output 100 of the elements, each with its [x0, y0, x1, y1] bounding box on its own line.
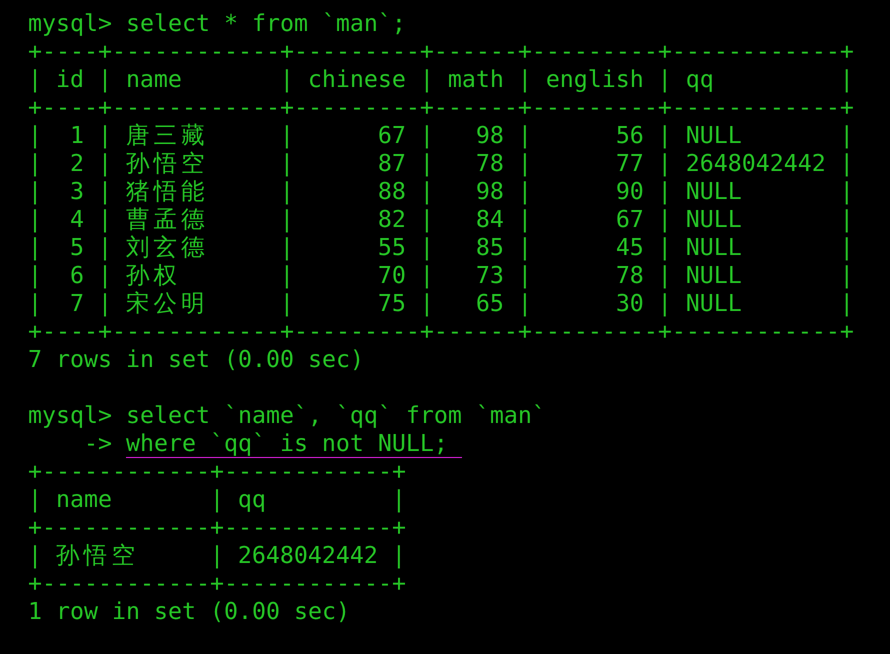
table-cell-text: NULL: [684, 290, 743, 318]
column-separator: |: [28, 150, 42, 178]
table-cell-text: 5: [68, 234, 85, 262]
column-separator: |: [98, 206, 112, 234]
column-header: chinese: [306, 66, 407, 94]
column-separator: |: [280, 66, 294, 94]
column-separator: |: [28, 542, 42, 570]
column-separator: |: [28, 206, 42, 234]
column-header: english: [544, 66, 645, 94]
prompt-text: ->: [82, 430, 112, 458]
table-cell-text: 6: [68, 262, 85, 290]
table-cell-text: 82: [376, 206, 407, 234]
column-separator: |: [28, 122, 42, 150]
table-cell-text: 75: [376, 290, 407, 318]
column-separator: |: [280, 234, 294, 262]
table-cell-text: 2648042442: [684, 150, 827, 178]
table-cell-text: 45: [614, 234, 645, 262]
column-separator: |: [420, 262, 434, 290]
table-cell-text: 3: [68, 178, 85, 206]
column-separator: |: [98, 150, 112, 178]
column-separator: |: [840, 66, 854, 94]
column-separator: |: [658, 178, 672, 206]
table-cell-text: 宋公明: [124, 290, 210, 318]
column-separator: |: [840, 122, 854, 150]
table-cell-text: 98: [474, 178, 505, 206]
column-separator: |: [420, 206, 434, 234]
column-header: id: [54, 66, 85, 94]
column-separator: |: [840, 178, 854, 206]
status-text: 1 row in set (0.00 sec): [28, 598, 350, 626]
table-cell-text: 7: [68, 290, 85, 318]
column-separator: |: [28, 486, 42, 514]
column-separator: |: [280, 290, 294, 318]
column-separator: |: [28, 66, 42, 94]
table-cell-text: 88: [376, 178, 407, 206]
table-border: +------------+------------+: [28, 570, 406, 598]
column-separator: |: [280, 122, 294, 150]
column-separator: |: [98, 122, 112, 150]
table-cell-text: 84: [474, 206, 505, 234]
column-separator: |: [28, 234, 42, 262]
table-cell-text: 孙悟空: [124, 150, 210, 178]
table-border: +------------+------------+: [28, 458, 406, 486]
column-separator: |: [420, 150, 434, 178]
table-cell-text: 98: [474, 122, 505, 150]
column-separator: |: [98, 290, 112, 318]
command-text: select * from `man`;: [126, 10, 406, 38]
column-separator: |: [28, 262, 42, 290]
table-cell-text: 孙悟空: [54, 542, 140, 570]
table-cell-text: 70: [376, 262, 407, 290]
column-separator: |: [280, 178, 294, 206]
table-cell-text: 孙权: [124, 262, 182, 290]
column-separator: |: [98, 178, 112, 206]
column-separator: |: [840, 234, 854, 262]
column-header: name: [54, 486, 113, 514]
column-separator: |: [280, 206, 294, 234]
column-header: name: [124, 66, 183, 94]
table-cell-text: 90: [614, 178, 645, 206]
table-cell-text: 曹孟德: [124, 206, 210, 234]
command-text: where `qq` is not NULL;: [126, 430, 462, 458]
table-cell-text: 55: [376, 234, 407, 262]
column-separator: |: [658, 290, 672, 318]
column-separator: |: [518, 66, 532, 94]
status-text: 7 rows in set (0.00 sec): [28, 346, 364, 374]
column-separator: |: [658, 262, 672, 290]
column-header: qq: [236, 486, 267, 514]
column-separator: |: [210, 486, 224, 514]
column-separator: |: [420, 290, 434, 318]
column-separator: |: [518, 178, 532, 206]
column-separator: |: [210, 542, 224, 570]
column-separator: |: [392, 542, 406, 570]
table-cell-text: 67: [376, 122, 407, 150]
column-separator: |: [392, 486, 406, 514]
column-separator: |: [280, 262, 294, 290]
table-cell-text: 1: [68, 122, 85, 150]
column-separator: |: [658, 150, 672, 178]
column-separator: |: [658, 234, 672, 262]
column-separator: |: [658, 122, 672, 150]
table-cell-text: 87: [376, 150, 407, 178]
table-cell-text: 56: [614, 122, 645, 150]
table-cell-text: NULL: [684, 178, 743, 206]
column-header: math: [446, 66, 505, 94]
column-separator: |: [518, 206, 532, 234]
table-cell-text: 78: [474, 150, 505, 178]
table-border: +----+------------+---------+------+---------+------------+: [28, 94, 854, 122]
column-header: qq: [684, 66, 715, 94]
column-separator: |: [420, 122, 434, 150]
table-cell-text: 2: [68, 150, 85, 178]
table-border: +------------+------------+: [28, 514, 406, 542]
column-separator: |: [518, 234, 532, 262]
table-cell-text: 65: [474, 290, 505, 318]
column-separator: |: [280, 150, 294, 178]
prompt-text: mysql>: [28, 402, 112, 430]
table-cell-text: 30: [614, 290, 645, 318]
table-cell-text: 78: [614, 262, 645, 290]
table-border: +----+------------+---------+------+---------+------------+: [28, 318, 854, 346]
column-separator: |: [518, 150, 532, 178]
column-separator: |: [840, 262, 854, 290]
table-cell-text: NULL: [684, 122, 743, 150]
column-separator: |: [98, 66, 112, 94]
column-separator: |: [420, 66, 434, 94]
table-border: +----+------------+---------+------+---------+------------+: [28, 38, 854, 66]
